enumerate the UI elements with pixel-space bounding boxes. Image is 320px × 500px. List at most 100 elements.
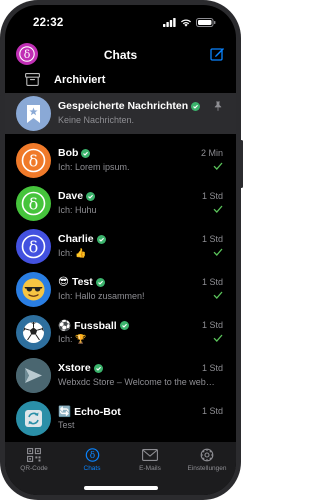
chat-name: Fussball (74, 319, 117, 332)
tab-label: Einstellungen (187, 465, 227, 472)
chat-row-dave[interactable]: δ Dave Ich: Huhu 1 Std (5, 183, 236, 224)
mail-icon (142, 449, 158, 461)
screen: 22:32 δ Chats Archiviert Gespeicherte Na… (5, 5, 236, 495)
dynamic-island (84, 14, 156, 34)
bookmark-star-icon (27, 105, 40, 123)
wifi-icon (181, 19, 191, 27)
xstore-logo-icon (16, 358, 51, 393)
delivered-check-icon (213, 291, 223, 299)
delta-icon: δ (21, 148, 46, 173)
chat-row-xstore[interactable]: Xstore Webxdc Store – Welcome to the web… (5, 355, 236, 396)
phone-frame: 22:32 δ Chats Archiviert Gespeicherte Na… (0, 0, 243, 500)
chat-name-emoji: ⚽ (58, 320, 72, 332)
avatar (16, 358, 51, 393)
power-button (240, 140, 243, 188)
chat-preview: Ich: 🏆 (58, 334, 87, 344)
tab-label: Chats (83, 465, 101, 472)
chat-time: 1 Std (201, 320, 223, 330)
chat-preview: Keine Nachrichten. (58, 115, 135, 125)
chat-name-row: ⚽ Fussball (58, 319, 129, 332)
status-time: 22:32 (33, 17, 64, 29)
verified-icon (86, 191, 96, 201)
status-icons (163, 18, 216, 27)
chat-preview: Ich: 👍 (58, 248, 87, 258)
delivered-check-icon (213, 205, 223, 213)
new-chat-button[interactable] (209, 46, 225, 62)
tab-emails[interactable]: E-Mails (121, 448, 179, 472)
verified-icon (191, 101, 201, 111)
chat-time: 1 Std (201, 277, 223, 287)
status-bar: 22:32 (5, 5, 236, 41)
archive-box-icon (25, 73, 40, 86)
sunglasses-face-icon (22, 278, 45, 301)
chat-name: Test (71, 276, 93, 288)
delivered-check-icon (213, 248, 223, 256)
chat-name-row: 😎 Test (58, 276, 105, 288)
chat-row-fussball[interactable]: ⚽ Fussball Ich: 🏆 1 Std (5, 312, 236, 353)
chat-name-row: Xstore (58, 362, 103, 374)
svg-text:δ: δ (89, 451, 94, 461)
chat-name: Dave (58, 190, 84, 202)
soccer-ball-icon (23, 322, 44, 343)
chat-preview: Ich: Lorem ipsum. (58, 162, 130, 172)
tab-qr-code[interactable]: QR-Code (5, 448, 63, 472)
verified-icon (96, 234, 106, 244)
chat-preview: Ich: Huhu (58, 205, 97, 215)
home-indicator (84, 486, 158, 490)
volume-up-button (0, 130, 1, 162)
tab-settings[interactable]: Einstellungen (178, 448, 236, 472)
delivered-check-icon (213, 162, 223, 170)
chat-time: 1 Std (201, 363, 223, 373)
chat-time: 2 Min (200, 148, 223, 158)
qr-code-icon (27, 448, 41, 462)
avatar: δ (16, 186, 51, 221)
chat-time: 1 Std (201, 191, 223, 201)
archive-row[interactable]: Archiviert (5, 69, 236, 91)
chat-name: Charlie (58, 233, 94, 245)
chat-row-charlie[interactable]: δ Charlie Ich: 👍 1 Std (5, 226, 236, 267)
tab-chats[interactable]: δ Chats (63, 448, 121, 472)
pin-icon (214, 101, 222, 111)
chat-row-bob[interactable]: δ Bob Ich: Lorem ipsum. 2 Min (5, 140, 236, 181)
chats-icon: δ (85, 448, 99, 462)
avatar (16, 401, 51, 436)
chat-name: Bob (58, 147, 79, 159)
chat-name-row: Charlie (58, 233, 106, 245)
chat-time: 1 Std (201, 234, 223, 244)
svg-text:δ: δ (29, 152, 39, 171)
mute-switch (0, 95, 1, 113)
avatar: δ (16, 143, 51, 178)
signal-icon (163, 18, 176, 27)
chat-name-emoji: 🔄 (58, 406, 72, 418)
svg-text:δ: δ (29, 195, 39, 214)
volume-down-button (0, 170, 1, 202)
chat-time: 1 Std (201, 406, 223, 416)
echo-arrows-icon (25, 410, 42, 427)
chat-preview: Ich: Hallo zusammen! (58, 291, 145, 301)
chat-name: Echo-Bot (74, 405, 121, 418)
chat-name-row: Dave (58, 190, 96, 202)
chat-row-test[interactable]: 😎 Test Ich: Hallo zusammen! 1 Std (5, 269, 236, 310)
avatar (16, 315, 51, 350)
svg-text:δ: δ (29, 238, 39, 257)
avatar: δ (16, 229, 51, 264)
verified-icon (81, 148, 91, 158)
page-title: Chats (103, 48, 138, 62)
chat-name-row: Bob (58, 147, 91, 159)
chat-name-emoji: 😎 (58, 276, 69, 288)
chat-name-row: Gespeicherte Nachrichten (58, 100, 201, 112)
chat-preview: Webxdc Store – Welcome to the webxdc sto… (58, 377, 218, 387)
delta-icon: δ (21, 234, 46, 259)
delivered-check-icon (213, 334, 223, 342)
verified-icon (93, 363, 103, 373)
battery-icon (196, 18, 216, 27)
chat-row-saved-messages[interactable]: Gespeicherte Nachrichten Keine Nachricht… (5, 93, 236, 134)
chat-row-echo-bot[interactable]: 🔄 Echo-Bot Test 1 Std (5, 398, 236, 439)
chat-preview: Test (58, 420, 75, 430)
verified-icon (119, 321, 129, 330)
avatar (16, 272, 51, 307)
tab-label: QR-Code (20, 465, 48, 472)
delta-icon: δ (21, 191, 46, 216)
tab-label: E-Mails (139, 465, 161, 472)
compose-icon (210, 48, 224, 61)
